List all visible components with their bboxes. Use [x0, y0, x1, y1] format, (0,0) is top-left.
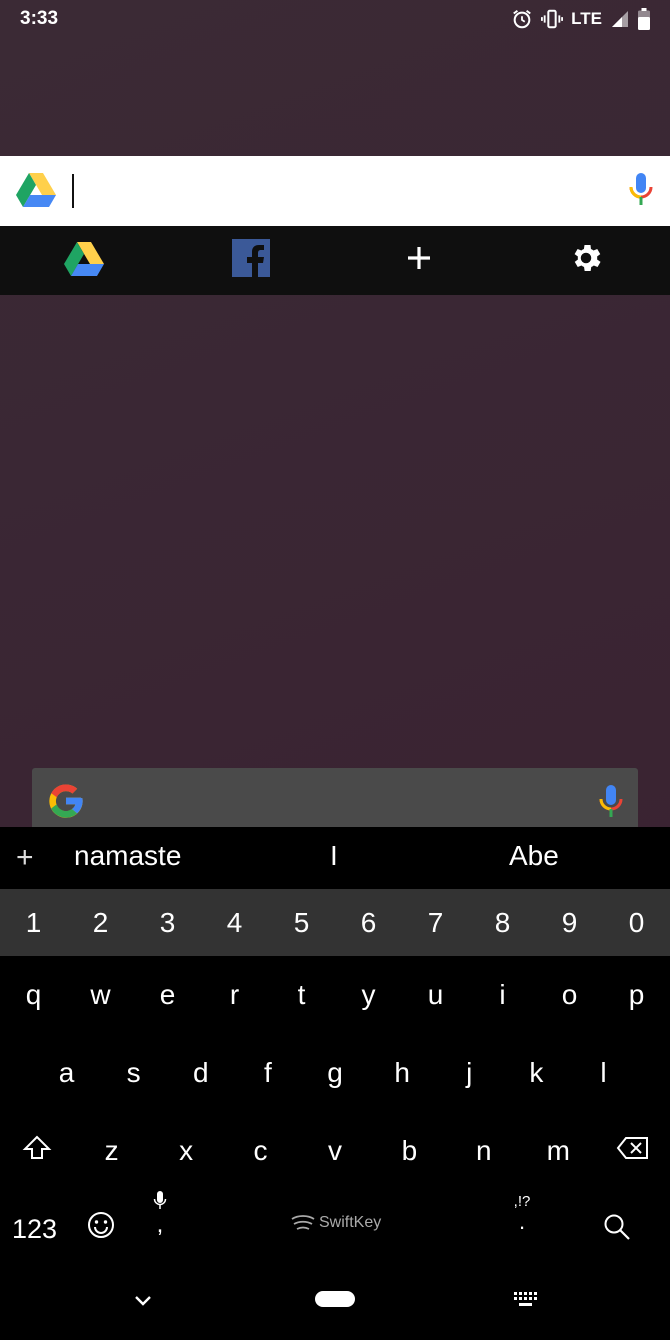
google-mic-icon[interactable]: [598, 783, 624, 824]
key-row-3: z x c v b n m: [0, 1112, 670, 1190]
google-drive-icon[interactable]: [16, 171, 56, 212]
signal-icon: [610, 9, 630, 29]
facebook-icon: [232, 239, 271, 282]
mic-icon: [153, 1191, 167, 1209]
key-5[interactable]: 5: [268, 907, 335, 939]
key-x[interactable]: x: [149, 1135, 223, 1167]
network-label: LTE: [571, 9, 602, 28]
backspace-key[interactable]: [596, 1135, 670, 1167]
shortcut-drive[interactable]: [0, 226, 168, 295]
google-drive-icon: [63, 240, 104, 281]
google-g-icon: [46, 781, 86, 826]
key-w[interactable]: w: [67, 979, 134, 1011]
key-7[interactable]: 7: [402, 907, 469, 939]
key-l[interactable]: l: [570, 1057, 637, 1089]
status-bar: 3:33 LTE: [0, 0, 670, 38]
google-mic-icon[interactable]: [628, 171, 654, 212]
key-1[interactable]: 1: [0, 907, 67, 939]
home-button[interactable]: [315, 1291, 355, 1307]
key-row-bottom: 123 , SwiftKey ,!? .: [0, 1190, 670, 1268]
key-g[interactable]: g: [301, 1057, 368, 1089]
key-4[interactable]: 4: [201, 907, 268, 939]
key-row-1: q w e r t y u i o p: [0, 956, 670, 1034]
key-2[interactable]: 2: [67, 907, 134, 939]
key-m[interactable]: m: [521, 1135, 595, 1167]
battery-icon: [638, 8, 650, 30]
comma-label: ,: [156, 1211, 164, 1238]
key-8[interactable]: 8: [469, 907, 536, 939]
backspace-icon: [616, 1137, 648, 1159]
alarm-icon: [511, 8, 533, 30]
smiley-icon: [88, 1212, 114, 1238]
punctuation-key[interactable]: ,!? .: [512, 1192, 532, 1234]
search-widget[interactable]: [0, 156, 670, 226]
keyboard-icon: [514, 1292, 537, 1306]
shortcut-settings[interactable]: [503, 226, 670, 295]
key-0[interactable]: 0: [603, 907, 670, 939]
vibrate-icon: [541, 8, 564, 30]
key-6[interactable]: 6: [335, 907, 402, 939]
suggestion-3[interactable]: Abe: [509, 840, 559, 872]
status-icons: LTE: [511, 8, 650, 30]
key-d[interactable]: d: [167, 1057, 234, 1089]
key-u[interactable]: u: [402, 979, 469, 1011]
shortcut-bar: [0, 226, 670, 295]
emoji-key[interactable]: [86, 1210, 116, 1245]
comma-key[interactable]: ,: [150, 1190, 170, 1238]
key-p[interactable]: p: [603, 979, 670, 1011]
key-j[interactable]: j: [436, 1057, 503, 1089]
key-b[interactable]: b: [372, 1135, 446, 1167]
shortcut-add[interactable]: [335, 226, 503, 295]
key-q[interactable]: q: [0, 979, 67, 1011]
key-3[interactable]: 3: [134, 907, 201, 939]
gear-icon: [568, 240, 604, 281]
chevron-down-icon: [135, 1296, 151, 1306]
search-key[interactable]: [602, 1212, 632, 1247]
key-n[interactable]: n: [447, 1135, 521, 1167]
punctuation-bottom: .: [518, 1209, 526, 1234]
suggestion-1[interactable]: namaste: [74, 840, 181, 872]
number-row: 1 2 3 4 5 6 7 8 9 0: [0, 889, 670, 956]
swiftkey-logo-icon: [291, 1215, 315, 1230]
key-z[interactable]: z: [74, 1135, 148, 1167]
key-o[interactable]: o: [536, 979, 603, 1011]
status-time: 3:33: [20, 8, 59, 29]
key-f[interactable]: f: [234, 1057, 301, 1089]
keyboard: + namaste I Abe 1 2 3 4 5 6 7 8 9 0 q w …: [0, 827, 670, 1340]
back-button[interactable]: [134, 1294, 152, 1312]
shift-key[interactable]: [0, 1134, 74, 1169]
key-9[interactable]: 9: [536, 907, 603, 939]
suggestion-plus-button[interactable]: +: [16, 841, 34, 875]
key-t[interactable]: t: [268, 979, 335, 1011]
search-icon: [604, 1214, 630, 1240]
key-y[interactable]: y: [335, 979, 402, 1011]
key-a[interactable]: a: [33, 1057, 100, 1089]
key-v[interactable]: v: [298, 1135, 372, 1167]
key-i[interactable]: i: [469, 979, 536, 1011]
space-key[interactable]: SwiftKey: [290, 1214, 381, 1232]
navigation-bar: [0, 1268, 670, 1340]
key-c[interactable]: c: [223, 1135, 297, 1167]
key-h[interactable]: h: [369, 1057, 436, 1089]
key-r[interactable]: r: [201, 979, 268, 1011]
shortcut-facebook[interactable]: [168, 226, 336, 295]
swiftkey-brand: SwiftKey: [319, 1214, 382, 1231]
shift-icon: [22, 1135, 52, 1159]
symbols-key[interactable]: 123: [12, 1214, 57, 1245]
key-k[interactable]: k: [503, 1057, 570, 1089]
suggestion-2[interactable]: I: [330, 840, 338, 872]
plus-icon: [405, 244, 433, 277]
suggestion-bar: + namaste I Abe: [0, 827, 670, 889]
key-s[interactable]: s: [100, 1057, 167, 1089]
key-row-2: a s d f g h j k l: [0, 1034, 670, 1112]
key-e[interactable]: e: [134, 979, 201, 1011]
keyboard-switch-button[interactable]: [514, 1292, 538, 1313]
text-cursor: [72, 174, 74, 208]
